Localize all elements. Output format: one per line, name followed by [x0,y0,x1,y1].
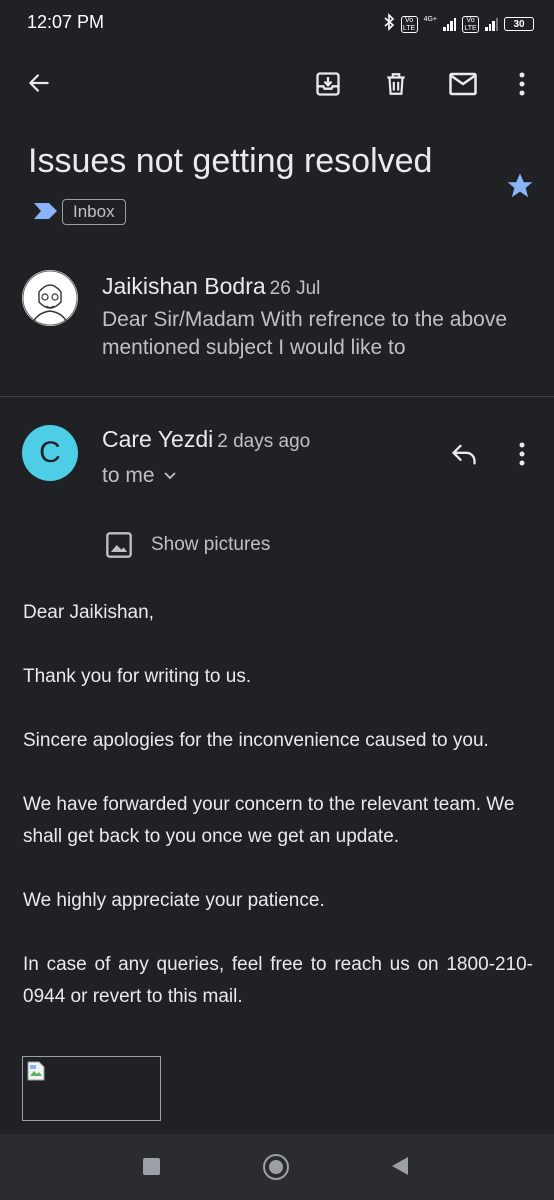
recipient-label: to me [102,464,155,487]
message-header-2[interactable]: Care Yezdi 2 days ago [102,426,310,453]
volte-badge-2: Vo LTE [462,15,479,33]
message-snippet[interactable]: Dear Sir/Madam With refrence to the abov… [102,306,532,362]
image-icon [106,532,132,558]
trash-icon [387,73,405,95]
show-pictures-label: Show pictures [151,534,271,555]
mark-unread-button[interactable] [444,66,482,102]
reply-icon [452,444,476,465]
home-icon[interactable] [263,1154,289,1180]
broken-image[interactable] [22,1056,161,1121]
status-icons: Vo LTE 4G+ Vo LTE 30 [383,12,534,36]
archive-button[interactable] [310,66,346,102]
star-icon[interactable] [505,171,535,206]
message-more-button[interactable] [508,436,536,472]
delete-button[interactable] [378,66,414,102]
show-pictures-button[interactable]: Show pictures [105,531,270,559]
label-chip-inbox[interactable]: Inbox [62,199,126,225]
body-paragraph: Sincere apologies for the inconvenience … [23,730,489,751]
reply-button[interactable] [446,436,482,472]
body-paragraph: Dear Jaikishan, [23,602,154,623]
sender-avatar-c[interactable]: C [22,425,78,481]
bluetooth-icon [383,12,395,36]
message-date: 26 Jul [269,278,321,299]
volte-badge: Vo LTE [400,15,418,33]
broken-image-icon [27,1061,45,1081]
back-nav-icon[interactable] [391,1156,409,1181]
chevron-down-icon [163,472,176,480]
divider [0,396,554,397]
recent-apps-icon[interactable] [143,1158,160,1175]
network-type: 4G+ [423,16,437,23]
signal-icon-2 [485,17,498,31]
more-vertical-icon [519,442,525,466]
archive-icon [316,72,340,96]
sender-name: Care Yezdi [102,426,214,452]
body-paragraph: We have forwarded your concern to the re… [23,794,515,847]
message-header-1[interactable]: Jaikishan Bodra 26 Jul [102,273,320,300]
mail-icon [449,72,477,96]
important-marker-icon[interactable] [34,202,58,225]
recipient-details[interactable]: to me [102,464,177,488]
sender-name: Jaikishan Bodra [102,273,266,299]
message-date: 2 days ago [217,431,311,452]
back-button[interactable] [22,66,56,100]
body-paragraph: In case of any queries, feel free to rea… [23,954,533,1007]
more-vertical-icon [519,72,525,96]
body-paragraph: We highly appreciate your patience. [23,890,325,911]
message-body: Dear Jaikishan, Thank you for writing to… [23,597,533,1045]
status-time: 12:07 PM [27,12,105,32]
arrow-left-icon [29,74,49,92]
email-subject: Issues not getting resolved [28,142,433,180]
body-paragraph: Thank you for writing to us. [23,666,252,687]
sender-avatar[interactable] [22,270,78,326]
signal-icon [443,17,456,31]
more-options-button[interactable] [508,66,536,102]
battery-indicator: 30 [504,17,534,31]
